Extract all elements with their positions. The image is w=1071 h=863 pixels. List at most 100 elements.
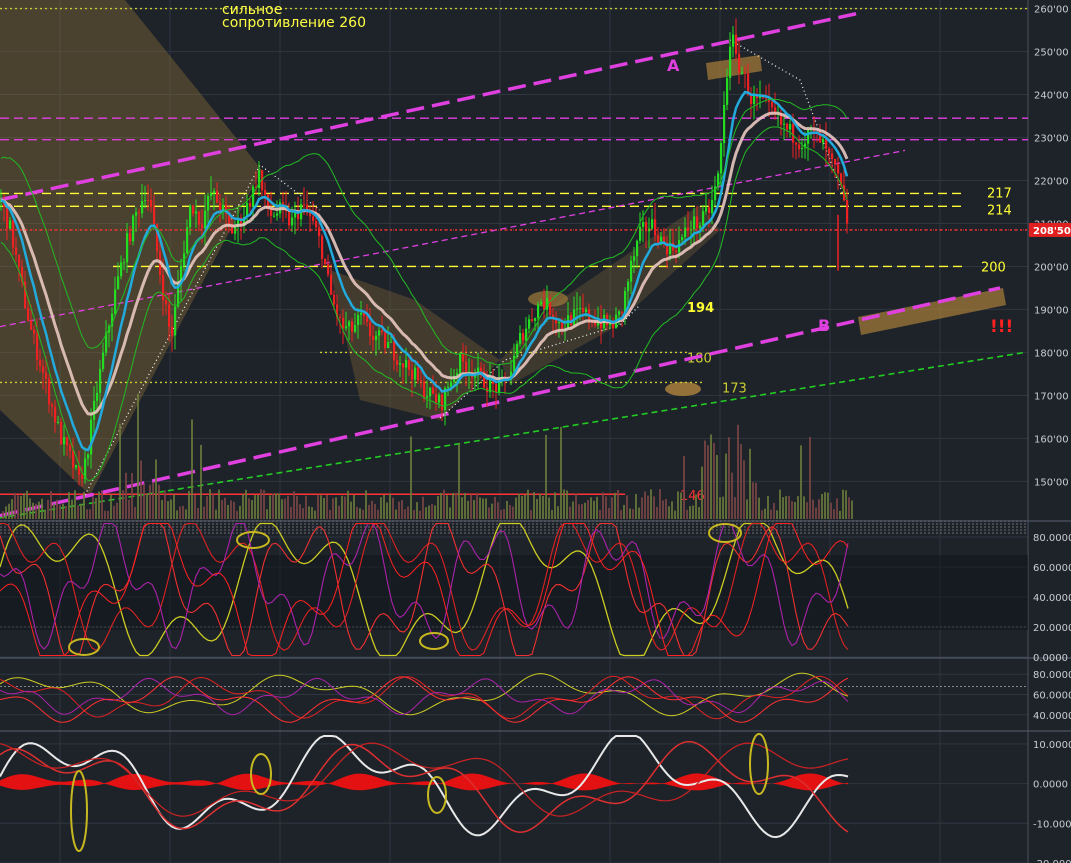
annotation-label: B xyxy=(818,316,830,335)
candle-body xyxy=(402,363,405,368)
volume-bar xyxy=(680,492,682,519)
volume-bar xyxy=(818,499,820,519)
candle-body xyxy=(531,319,534,321)
volume-bar xyxy=(380,497,382,519)
volume-bar xyxy=(557,506,559,519)
candle-body xyxy=(702,211,705,226)
volume-bar xyxy=(275,493,277,519)
volume-bar xyxy=(341,495,343,519)
level-label: 200 xyxy=(981,260,1006,275)
volume-bar xyxy=(164,490,166,519)
volume-bar xyxy=(509,504,511,519)
volume-bar xyxy=(215,509,217,519)
candle-body xyxy=(213,190,216,194)
volume-bar xyxy=(197,508,199,519)
title-line-2: сопротивление 260 xyxy=(222,15,366,31)
volume-bar xyxy=(218,489,220,519)
volume-bar xyxy=(548,497,550,519)
volume-bar xyxy=(26,490,28,519)
candle-body xyxy=(72,450,75,468)
osc-tick-label: 40.0000 xyxy=(1033,593,1071,604)
volume-bar xyxy=(521,495,523,519)
volume-bar xyxy=(401,500,403,519)
volume-bar xyxy=(47,499,49,519)
candle-body xyxy=(54,406,57,423)
volume-bar xyxy=(608,507,610,519)
volume-bar xyxy=(389,494,391,519)
candle-body xyxy=(6,206,9,229)
volume-bar xyxy=(239,505,241,519)
candle-body xyxy=(795,142,798,145)
candle-body xyxy=(393,341,396,361)
candle-body xyxy=(417,367,420,381)
candle-body xyxy=(135,212,138,216)
volume-bar xyxy=(539,493,541,519)
volume-bar xyxy=(407,506,409,519)
candle-body xyxy=(450,381,453,387)
volume-bar xyxy=(302,508,304,519)
candle-body xyxy=(558,322,561,324)
candle-body xyxy=(585,309,588,313)
volume-bar xyxy=(194,495,196,519)
volume-bar xyxy=(464,493,466,519)
volume-bar xyxy=(695,494,697,519)
volume-bar xyxy=(212,493,214,519)
candle-body xyxy=(192,205,195,214)
volume-bar xyxy=(359,508,361,519)
volume-bar xyxy=(560,426,562,519)
candle-body xyxy=(204,210,207,229)
volume-bar xyxy=(536,498,538,519)
candle-body xyxy=(219,202,222,210)
volume-bar xyxy=(224,497,226,519)
volume-bar xyxy=(38,501,40,519)
volume-bar xyxy=(56,499,58,519)
volume-bar xyxy=(749,448,751,519)
candle-body xyxy=(252,186,255,207)
volume-bar xyxy=(326,494,328,519)
volume-bar xyxy=(785,496,787,519)
volume-bar xyxy=(119,423,121,519)
volume-bar xyxy=(404,509,406,519)
volume-bar xyxy=(368,504,370,519)
volume-bar xyxy=(332,498,334,519)
volume-bar xyxy=(266,509,268,519)
candle-body xyxy=(621,311,624,313)
volume-bar xyxy=(683,455,685,519)
volume-bar xyxy=(692,505,694,519)
volume-bar xyxy=(455,492,457,519)
candle-body xyxy=(387,342,390,349)
candle-body xyxy=(222,204,225,210)
volume-bar xyxy=(527,489,529,519)
candle-body xyxy=(846,200,849,224)
candle-body xyxy=(15,247,18,255)
candle-body xyxy=(288,211,291,226)
candle-body xyxy=(783,123,786,125)
candle-body xyxy=(627,281,630,292)
volume-bar xyxy=(827,492,829,519)
candle-body xyxy=(318,227,321,237)
osc-tick-label: 0.0000 xyxy=(1033,780,1068,791)
candle-body xyxy=(696,216,699,229)
volume-bar xyxy=(575,493,577,519)
candle-body xyxy=(636,240,639,257)
volume-bar xyxy=(764,508,766,519)
volume-bar xyxy=(314,510,316,519)
volume-bar xyxy=(14,493,16,519)
volume-bar xyxy=(176,510,178,519)
volume-bar xyxy=(554,492,556,519)
candle-body xyxy=(399,363,402,365)
volume-bar xyxy=(578,504,580,519)
candle-body xyxy=(45,372,48,379)
volume-bar xyxy=(131,473,133,519)
price-tick-label: 180'00 xyxy=(1034,348,1069,359)
volume-bar xyxy=(641,497,643,519)
volume-bar xyxy=(443,489,445,519)
candle-body xyxy=(339,316,342,318)
candle-body xyxy=(324,258,327,264)
volume-bar xyxy=(68,492,70,519)
volume-bar xyxy=(533,492,535,519)
volume-bar xyxy=(221,499,223,519)
candle-body xyxy=(831,153,834,160)
candle-body xyxy=(519,332,522,344)
candle-body xyxy=(786,123,789,130)
